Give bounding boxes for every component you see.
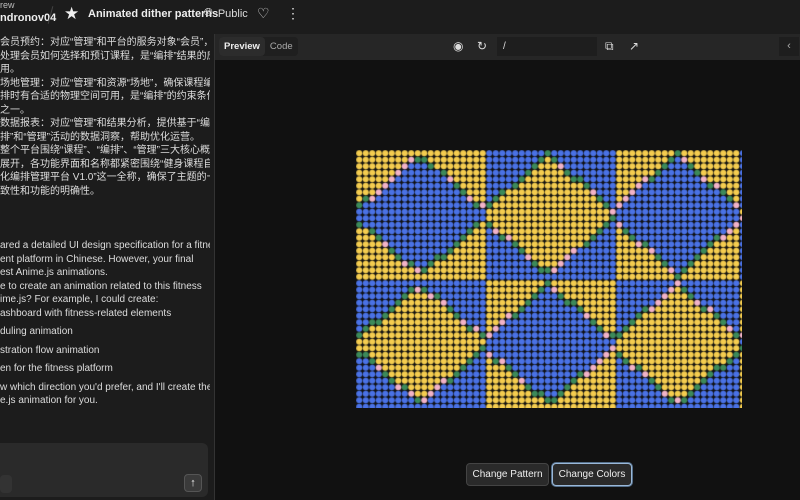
chat-line: ent platform in Chinese. However, your f… [0,253,194,265]
chat-line: 场地管理：对应“管理”和资源“场地”，确保课程编 [0,77,210,89]
chat-line: ashboard with fitness-related elements [0,307,172,319]
view-tabs: Preview Code [219,37,298,56]
chat-line: est Anime.js animations. [0,267,108,278]
change-pattern-button[interactable]: Change Pattern [466,463,549,486]
visibility-button[interactable]: 🌐︎ Public [204,7,248,20]
chat-line: 排”和“管理”活动的数据洞察，帮助优化运营。 [0,131,200,143]
eye-icon[interactable]: ◉ [453,39,463,53]
breadcrumb-parent[interactable]: rew [0,0,15,10]
attach-button[interactable] [0,475,12,493]
chat-line: e.js animation for you. [0,395,98,406]
refresh-icon[interactable]: ↻ [477,39,487,53]
chat-line: 排时有合适的物理空间可用，是“编排”的约束条件 [0,91,210,102]
chat-line: w which direction you'd prefer, and I'll… [0,381,210,393]
heart-icon[interactable]: ♡ [257,5,270,22]
dither-pattern-canvas [356,150,742,408]
send-button[interactable]: ↑ [184,474,202,492]
chat-line: duling animation [0,326,73,337]
chat-line: en for the fitness platform [0,363,113,374]
chat-line: 整个平台围绕“课程”、“编排”、“管理”三大核心概念 [0,145,210,156]
chat-line: e to create an animation related to this… [0,280,202,292]
chat-line: 展开，各功能界面和名称都紧密围绕“健身课程自动 [0,158,210,170]
chat-line: 化编排管理平台 V1.0”这一全称，确保了主题的一 [0,172,210,183]
change-colors-button[interactable]: Change Colors [552,463,632,486]
tab-code[interactable]: Code [265,37,298,56]
globe-icon: 🌐︎ [204,7,213,19]
chinese-summary: 会员预约：对应“管理”和平台的服务对象“会员”， 处理会员如何选择和预订课程，是“… [0,36,210,198]
assistant-message: ared a detailed UI design specification … [0,239,210,408]
chat-line: 处理会员如何选择和预订课程，是“编排”结果的应 [0,50,210,62]
visibility-label: Public [217,7,248,20]
arrow-up-icon: ↑ [190,477,196,489]
preview-panel: Preview Code ◉ ↻ / ⧉ ↗ ‹ Change Pattern … [214,34,800,500]
chat-line: 用。 [0,64,20,75]
tab-preview[interactable]: Preview [219,37,265,56]
chat-line: 数据报表：对应“管理”和结果分析，提供基于“编 [0,118,210,129]
star-icon[interactable]: ★ [64,4,79,24]
copy-icon[interactable]: ⧉ [605,39,614,54]
chat-line: stration flow animation [0,344,100,356]
preview-toolbar: Preview Code ◉ ↻ / ⧉ ↗ ‹ [215,34,800,60]
chat-line: 之一。 [0,104,30,116]
chat-input[interactable] [0,443,208,497]
chat-line: 致性和功能的明确性。 [0,185,100,197]
collapse-panel-button[interactable]: ‹ [779,37,799,56]
chat-line: ared a detailed UI design specification … [0,240,210,251]
more-options-icon[interactable]: ⋮ [286,5,300,22]
chat-transcript: 会员预约：对应“管理”和平台的服务对象“会员”， 处理会员如何选择和预订课程，是“… [0,36,210,408]
chat-line: ime.js? For example, I could create: [0,294,159,305]
url-field[interactable]: / [497,37,597,56]
chat-line: 会员预约：对应“管理”和平台的服务对象“会员”， [0,37,210,48]
top-bar: rew ndronov04 ★ Animated dither patterns… [0,0,800,30]
project-title: Animated dither patterns [88,8,219,20]
open-external-icon[interactable]: ↗ [629,39,639,53]
